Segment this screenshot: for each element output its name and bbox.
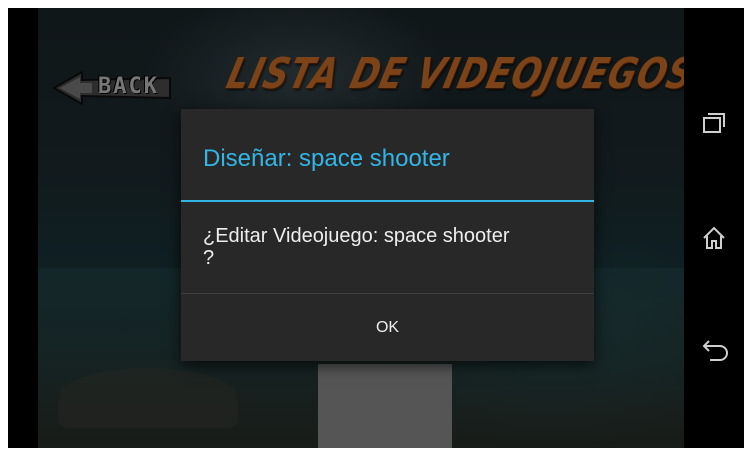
dialog-message-line-2: ? xyxy=(203,247,215,269)
home-button[interactable] xyxy=(684,208,744,268)
back-nav-button[interactable] xyxy=(684,320,744,380)
home-icon xyxy=(703,226,725,249)
recent-apps-button[interactable] xyxy=(684,93,744,153)
dialog-title: Diseñar: space shooter xyxy=(203,145,450,172)
app-area: BACK LISTA DE VIDEOJUEGOS Diseñar: space… xyxy=(38,8,684,448)
alert-dialog: Diseñar: space shooter ¿Editar Videojueg… xyxy=(181,109,594,361)
back-arrow-icon xyxy=(702,340,728,361)
dialog-message-line-1: ¿Editar Videojuego: space shooter xyxy=(203,225,510,247)
navigation-bar xyxy=(684,8,744,448)
recent-apps-icon xyxy=(703,113,725,133)
ok-button[interactable]: OK xyxy=(181,294,594,361)
device-screen: BACK LISTA DE VIDEOJUEGOS Diseñar: space… xyxy=(8,8,744,448)
dialog-message: ¿Editar Videojuego: space shooter ? xyxy=(203,225,573,269)
dialog-title-divider xyxy=(181,200,594,202)
